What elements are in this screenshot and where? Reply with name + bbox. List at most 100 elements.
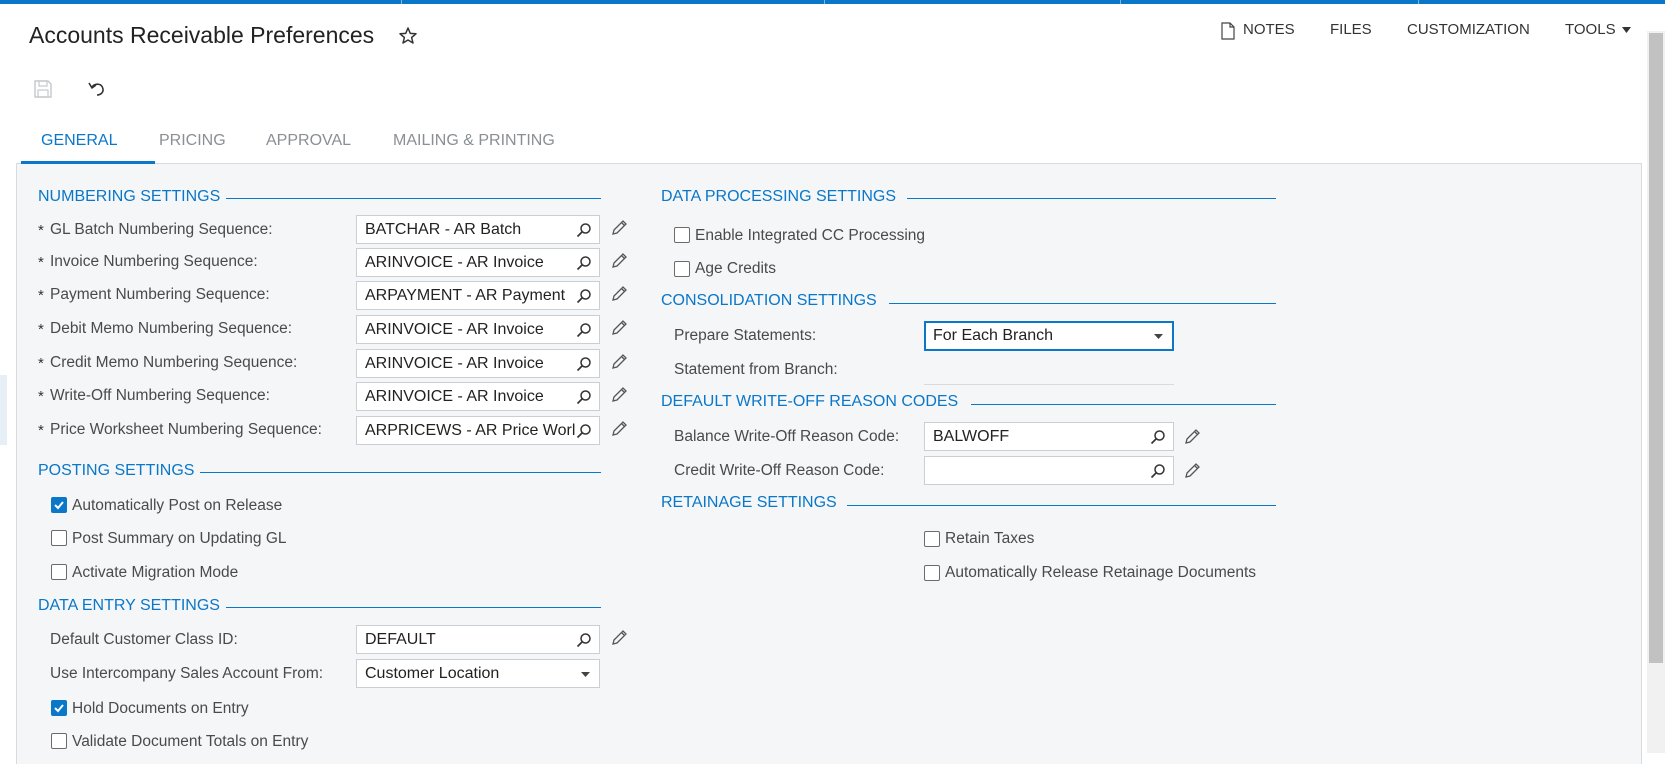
left-edge-stripe — [0, 375, 7, 445]
write-off-numbering-field[interactable]: ARINVOICE - AR Invoice — [356, 382, 600, 411]
lookup-icon[interactable] — [576, 255, 592, 271]
debit-memo-label: Debit Memo Numbering Sequence: — [50, 320, 293, 337]
notes-button[interactable]: NOTES — [1243, 21, 1295, 38]
required-marker: * — [38, 287, 44, 304]
required-marker: * — [38, 355, 44, 372]
post-summary-checkbox[interactable] — [51, 530, 67, 546]
intercompany-select[interactable]: Customer Location — [356, 659, 600, 688]
lookup-icon[interactable] — [576, 322, 592, 338]
invoice-numbering-label: Invoice Numbering Sequence: — [50, 253, 258, 270]
validate-totals-checkbox[interactable] — [51, 733, 67, 749]
required-marker: * — [38, 321, 44, 338]
post-summary-label: Post Summary on Updating GL — [72, 530, 287, 547]
edit-icon[interactable] — [610, 252, 628, 270]
numbering-settings-header: NUMBERING SETTINGS — [38, 188, 221, 205]
auto-post-checkbox[interactable] — [51, 497, 67, 513]
edit-icon[interactable] — [610, 353, 628, 371]
credit-memo-field[interactable]: ARINVOICE - AR Invoice — [356, 349, 600, 378]
balance-write-off-label: Balance Write-Off Reason Code: — [674, 428, 900, 445]
age-credits-label: Age Credits — [695, 260, 776, 277]
edit-icon[interactable] — [610, 420, 628, 438]
credit-memo-value: ARINVOICE - AR Invoice — [365, 355, 544, 372]
statement-branch-label: Statement from Branch: — [674, 361, 838, 378]
tab-approval[interactable]: APPROVAL — [266, 132, 351, 150]
edit-icon[interactable] — [610, 386, 628, 404]
credit-write-off-label: Credit Write-Off Reason Code: — [674, 462, 885, 479]
lookup-icon[interactable] — [1150, 463, 1166, 479]
tools-button[interactable]: TOOLS — [1565, 21, 1616, 38]
prepare-statements-label: Prepare Statements: — [674, 327, 817, 344]
intercompany-value: Customer Location — [365, 665, 500, 682]
required-marker: * — [38, 254, 44, 271]
section-divider — [907, 198, 1276, 199]
invoice-numbering-value: ARINVOICE - AR Invoice — [365, 254, 544, 271]
edit-icon[interactable] — [610, 285, 628, 303]
tab-mailing-printing[interactable]: MAILING & PRINTING — [393, 132, 555, 150]
customer-class-field[interactable]: DEFAULT — [356, 625, 600, 654]
age-credits-checkbox[interactable] — [674, 261, 690, 277]
required-marker: * — [38, 388, 44, 405]
payment-numbering-field[interactable]: ARPAYMENT - AR Payment — [356, 281, 600, 310]
prepare-statements-select[interactable]: For Each Branch — [924, 321, 1174, 351]
payment-numbering-value: ARPAYMENT - AR Payment — [365, 287, 566, 304]
retainage-header: RETAINAGE SETTINGS — [661, 494, 837, 511]
lookup-icon[interactable] — [576, 389, 592, 405]
data-processing-header: DATA PROCESSING SETTINGS — [661, 188, 896, 205]
debit-memo-value: ARINVOICE - AR Invoice — [365, 321, 544, 338]
notes-icon[interactable] — [1221, 22, 1235, 40]
migration-mode-label: Activate Migration Mode — [72, 564, 239, 581]
dropdown-icon — [581, 672, 590, 677]
files-button[interactable]: FILES — [1330, 21, 1372, 38]
lookup-icon[interactable] — [576, 288, 592, 304]
retain-taxes-label: Retain Taxes — [945, 530, 1035, 547]
edit-icon[interactable] — [610, 319, 628, 337]
statement-branch-field[interactable] — [924, 384, 1174, 385]
balance-write-off-value: BALWOFF — [933, 428, 1010, 445]
integrated-cc-checkbox[interactable] — [674, 227, 690, 243]
customer-class-label: Default Customer Class ID: — [50, 631, 238, 648]
lookup-icon[interactable] — [576, 222, 592, 238]
gl-batch-field[interactable]: BATCHAR - AR Batch — [356, 215, 600, 244]
write-off-numbering-label: Write-Off Numbering Sequence: — [50, 387, 270, 404]
auto-release-retainage-checkbox[interactable] — [924, 565, 940, 581]
edit-icon[interactable] — [1183, 428, 1201, 446]
invoice-numbering-field[interactable]: ARINVOICE - AR Invoice — [356, 248, 600, 277]
top-accent-bar — [0, 0, 1665, 4]
tab-pricing[interactable]: PRICING — [159, 132, 226, 150]
migration-mode-checkbox[interactable] — [51, 564, 67, 580]
dropdown-icon — [1154, 334, 1163, 339]
edit-icon[interactable] — [610, 629, 628, 647]
lookup-icon[interactable] — [1150, 429, 1166, 445]
lookup-icon[interactable] — [576, 423, 592, 439]
price-worksheet-label: Price Worksheet Numbering Sequence: — [50, 421, 322, 438]
edit-icon[interactable] — [1183, 462, 1201, 480]
tab-general[interactable]: GENERAL — [41, 132, 117, 150]
credit-write-off-field[interactable] — [924, 456, 1174, 485]
customer-class-value: DEFAULT — [365, 631, 436, 648]
section-divider — [226, 198, 601, 199]
prepare-statements-value: For Each Branch — [933, 327, 1054, 344]
gl-batch-label: GL Batch Numbering Sequence: — [50, 221, 273, 238]
tools-caret-icon — [1622, 27, 1631, 33]
retain-taxes-checkbox[interactable] — [924, 531, 940, 547]
gl-batch-value: BATCHAR - AR Batch — [365, 221, 522, 238]
edit-icon[interactable] — [610, 219, 628, 237]
tab-bar: GENERAL PRICING APPROVAL MAILING & PRINT… — [16, 125, 1642, 164]
data-entry-settings-header: DATA ENTRY SETTINGS — [38, 597, 220, 614]
lookup-icon[interactable] — [576, 356, 592, 372]
hold-documents-checkbox[interactable] — [51, 700, 67, 716]
star-icon[interactable] — [398, 26, 418, 46]
auto-release-retainage-label: Automatically Release Retainage Document… — [945, 564, 1257, 581]
save-icon[interactable] — [32, 78, 54, 100]
posting-settings-header: POSTING SETTINGS — [38, 462, 195, 479]
credit-memo-label: Credit Memo Numbering Sequence: — [50, 354, 298, 371]
customization-button[interactable]: CUSTOMIZATION — [1407, 21, 1530, 38]
debit-memo-field[interactable]: ARINVOICE - AR Invoice — [356, 315, 600, 344]
undo-icon[interactable] — [86, 78, 108, 100]
price-worksheet-field[interactable]: ARPRICEWS - AR Price Worl — [356, 416, 600, 445]
lookup-icon[interactable] — [576, 632, 592, 648]
scrollbar-thumb[interactable] — [1649, 33, 1663, 663]
write-off-numbering-value: ARINVOICE - AR Invoice — [365, 388, 544, 405]
section-divider — [971, 404, 1276, 405]
balance-write-off-field[interactable]: BALWOFF — [924, 422, 1174, 451]
